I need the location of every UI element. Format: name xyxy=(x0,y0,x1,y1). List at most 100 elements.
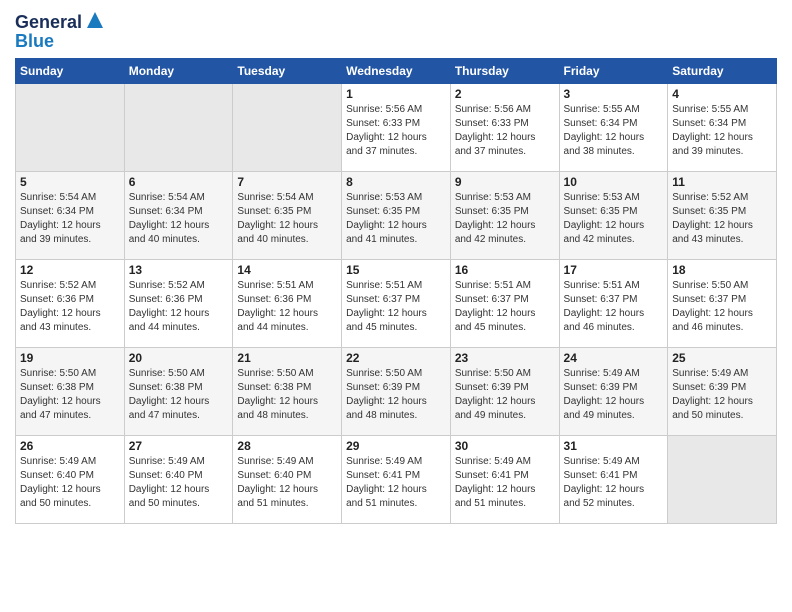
day-number: 20 xyxy=(129,351,229,365)
day-info: Sunrise: 5:51 AM Sunset: 6:36 PM Dayligh… xyxy=(237,279,337,335)
calendar-cell: 6Sunrise: 5:54 AM Sunset: 6:34 PM Daylig… xyxy=(124,172,233,260)
day-number: 19 xyxy=(20,351,120,365)
day-number: 25 xyxy=(672,351,772,365)
header-day-monday: Monday xyxy=(124,59,233,84)
page-container: General Blue SundayMondayTuesdayWednesda… xyxy=(0,0,792,534)
calendar-cell xyxy=(16,84,125,172)
day-number: 4 xyxy=(672,87,772,101)
day-number: 31 xyxy=(564,439,664,453)
day-info: Sunrise: 5:50 AM Sunset: 6:38 PM Dayligh… xyxy=(20,367,120,423)
day-info: Sunrise: 5:49 AM Sunset: 6:40 PM Dayligh… xyxy=(129,455,229,511)
calendar-cell: 13Sunrise: 5:52 AM Sunset: 6:36 PM Dayli… xyxy=(124,260,233,348)
day-number: 12 xyxy=(20,263,120,277)
calendar-cell: 4 Sunrise: 5:55 AM Sunset: 6:34 PM Daylig… xyxy=(668,84,777,172)
day-number: 8 xyxy=(346,175,446,189)
day-number: 15 xyxy=(346,263,446,277)
header-day-saturday: Saturday xyxy=(668,59,777,84)
day-number: 17 xyxy=(564,263,664,277)
header: General Blue xyxy=(15,10,777,52)
calendar-cell xyxy=(233,84,342,172)
calendar-cell: 28 Sunrise: 5:49 AM Sunset: 6:40 PM Dayli… xyxy=(233,436,342,524)
calendar-cell: 8 Sunrise: 5:53 AM Sunset: 6:35 PM Daylig… xyxy=(342,172,451,260)
header-day-sunday: Sunday xyxy=(16,59,125,84)
day-info: Sunrise: 5:50 AM Sunset: 6:39 PM Dayligh… xyxy=(455,367,555,423)
calendar-week-5: 26Sunrise: 5:49 AM Sunset: 6:40 PM Dayli… xyxy=(16,436,777,524)
day-info: Sunrise: 5:49 AM Sunset: 6:40 PM Dayligh… xyxy=(20,455,120,511)
day-info: Sunrise: 5:53 AM Sunset: 6:35 PM Dayligh… xyxy=(564,191,664,247)
calendar-cell xyxy=(668,436,777,524)
calendar-table: SundayMondayTuesdayWednesdayThursdayFrid… xyxy=(15,58,777,524)
day-info: Sunrise: 5:49 AM Sunset: 6:41 PM Dayligh… xyxy=(346,455,446,511)
logo-icon xyxy=(85,10,105,30)
day-info: Sunrise: 5:55 AM Sunset: 6:34 PM Dayligh… xyxy=(564,103,664,159)
calendar-cell: 31Sunrise: 5:49 AM Sunset: 6:41 PM Dayli… xyxy=(559,436,668,524)
calendar-cell: 19 Sunrise: 5:50 AM Sunset: 6:38 PM Dayli… xyxy=(16,348,125,436)
day-number: 9 xyxy=(455,175,555,189)
day-info: Sunrise: 5:50 AM Sunset: 6:37 PM Dayligh… xyxy=(672,279,772,335)
calendar-week-4: 19 Sunrise: 5:50 AM Sunset: 6:38 PM Dayli… xyxy=(16,348,777,436)
calendar-cell: 1 Sunrise: 5:56 AM Sunset: 6:33 PM Daylig… xyxy=(342,84,451,172)
calendar-cell: 17 Sunrise: 5:51 AM Sunset: 6:37 PM Dayli… xyxy=(559,260,668,348)
day-info: Sunrise: 5:49 AM Sunset: 6:40 PM Dayligh… xyxy=(237,455,337,511)
day-info: Sunrise: 5:56 AM Sunset: 6:33 PM Dayligh… xyxy=(346,103,446,159)
day-number: 6 xyxy=(129,175,229,189)
calendar-cell: 22 Sunrise: 5:50 AM Sunset: 6:39 PM Dayli… xyxy=(342,348,451,436)
day-info: Sunrise: 5:52 AM Sunset: 6:35 PM Dayligh… xyxy=(672,191,772,247)
day-number: 7 xyxy=(237,175,337,189)
day-number: 14 xyxy=(237,263,337,277)
calendar-cell: 20 Sunrise: 5:50 AM Sunset: 6:38 PM Dayli… xyxy=(124,348,233,436)
header-day-friday: Friday xyxy=(559,59,668,84)
day-info: Sunrise: 5:56 AM Sunset: 6:33 PM Dayligh… xyxy=(455,103,555,159)
calendar-cell: 26Sunrise: 5:49 AM Sunset: 6:40 PM Dayli… xyxy=(16,436,125,524)
logo: General Blue xyxy=(15,10,105,52)
day-number: 18 xyxy=(672,263,772,277)
calendar-cell: 30Sunrise: 5:49 AM Sunset: 6:41 PM Dayli… xyxy=(450,436,559,524)
calendar-cell xyxy=(124,84,233,172)
day-info: Sunrise: 5:53 AM Sunset: 6:35 PM Dayligh… xyxy=(346,191,446,247)
calendar-week-2: 5 Sunrise: 5:54 AM Sunset: 6:34 PM Daylig… xyxy=(16,172,777,260)
calendar-cell: 12 Sunrise: 5:52 AM Sunset: 6:36 PM Dayli… xyxy=(16,260,125,348)
day-number: 1 xyxy=(346,87,446,101)
logo-general: General xyxy=(15,12,82,33)
day-number: 23 xyxy=(455,351,555,365)
day-number: 22 xyxy=(346,351,446,365)
day-info: Sunrise: 5:52 AM Sunset: 6:36 PM Dayligh… xyxy=(129,279,229,335)
calendar-cell: 24 Sunrise: 5:49 AM Sunset: 6:39 PM Dayli… xyxy=(559,348,668,436)
calendar-header-row: SundayMondayTuesdayWednesdayThursdayFrid… xyxy=(16,59,777,84)
calendar-cell: 25 Sunrise: 5:49 AM Sunset: 6:39 PM Dayli… xyxy=(668,348,777,436)
day-info: Sunrise: 5:50 AM Sunset: 6:38 PM Dayligh… xyxy=(129,367,229,423)
day-number: 11 xyxy=(672,175,772,189)
day-info: Sunrise: 5:51 AM Sunset: 6:37 PM Dayligh… xyxy=(455,279,555,335)
day-info: Sunrise: 5:53 AM Sunset: 6:35 PM Dayligh… xyxy=(455,191,555,247)
header-day-tuesday: Tuesday xyxy=(233,59,342,84)
day-number: 27 xyxy=(129,439,229,453)
day-info: Sunrise: 5:49 AM Sunset: 6:39 PM Dayligh… xyxy=(564,367,664,423)
day-number: 3 xyxy=(564,87,664,101)
calendar-cell: 27 Sunrise: 5:49 AM Sunset: 6:40 PM Dayli… xyxy=(124,436,233,524)
day-info: Sunrise: 5:50 AM Sunset: 6:39 PM Dayligh… xyxy=(346,367,446,423)
day-number: 28 xyxy=(237,439,337,453)
header-day-thursday: Thursday xyxy=(450,59,559,84)
day-info: Sunrise: 5:55 AM Sunset: 6:34 PM Dayligh… xyxy=(672,103,772,159)
calendar-cell: 23 Sunrise: 5:50 AM Sunset: 6:39 PM Dayli… xyxy=(450,348,559,436)
day-info: Sunrise: 5:54 AM Sunset: 6:35 PM Dayligh… xyxy=(237,191,337,247)
day-info: Sunrise: 5:49 AM Sunset: 6:39 PM Dayligh… xyxy=(672,367,772,423)
calendar-cell: 15 Sunrise: 5:51 AM Sunset: 6:37 PM Dayli… xyxy=(342,260,451,348)
day-number: 29 xyxy=(346,439,446,453)
day-number: 24 xyxy=(564,351,664,365)
calendar-cell: 3 Sunrise: 5:55 AM Sunset: 6:34 PM Daylig… xyxy=(559,84,668,172)
calendar-cell: 11 Sunrise: 5:52 AM Sunset: 6:35 PM Dayli… xyxy=(668,172,777,260)
day-number: 2 xyxy=(455,87,555,101)
day-number: 21 xyxy=(237,351,337,365)
calendar-cell: 9 Sunrise: 5:53 AM Sunset: 6:35 PM Daylig… xyxy=(450,172,559,260)
day-number: 5 xyxy=(20,175,120,189)
day-info: Sunrise: 5:54 AM Sunset: 6:34 PM Dayligh… xyxy=(20,191,120,247)
day-info: Sunrise: 5:49 AM Sunset: 6:41 PM Dayligh… xyxy=(455,455,555,511)
calendar-cell: 29 Sunrise: 5:49 AM Sunset: 6:41 PM Dayli… xyxy=(342,436,451,524)
calendar-cell: 18 Sunrise: 5:50 AM Sunset: 6:37 PM Dayli… xyxy=(668,260,777,348)
day-info: Sunrise: 5:51 AM Sunset: 6:37 PM Dayligh… xyxy=(564,279,664,335)
day-info: Sunrise: 5:52 AM Sunset: 6:36 PM Dayligh… xyxy=(20,279,120,335)
day-number: 10 xyxy=(564,175,664,189)
day-number: 16 xyxy=(455,263,555,277)
day-info: Sunrise: 5:51 AM Sunset: 6:37 PM Dayligh… xyxy=(346,279,446,335)
